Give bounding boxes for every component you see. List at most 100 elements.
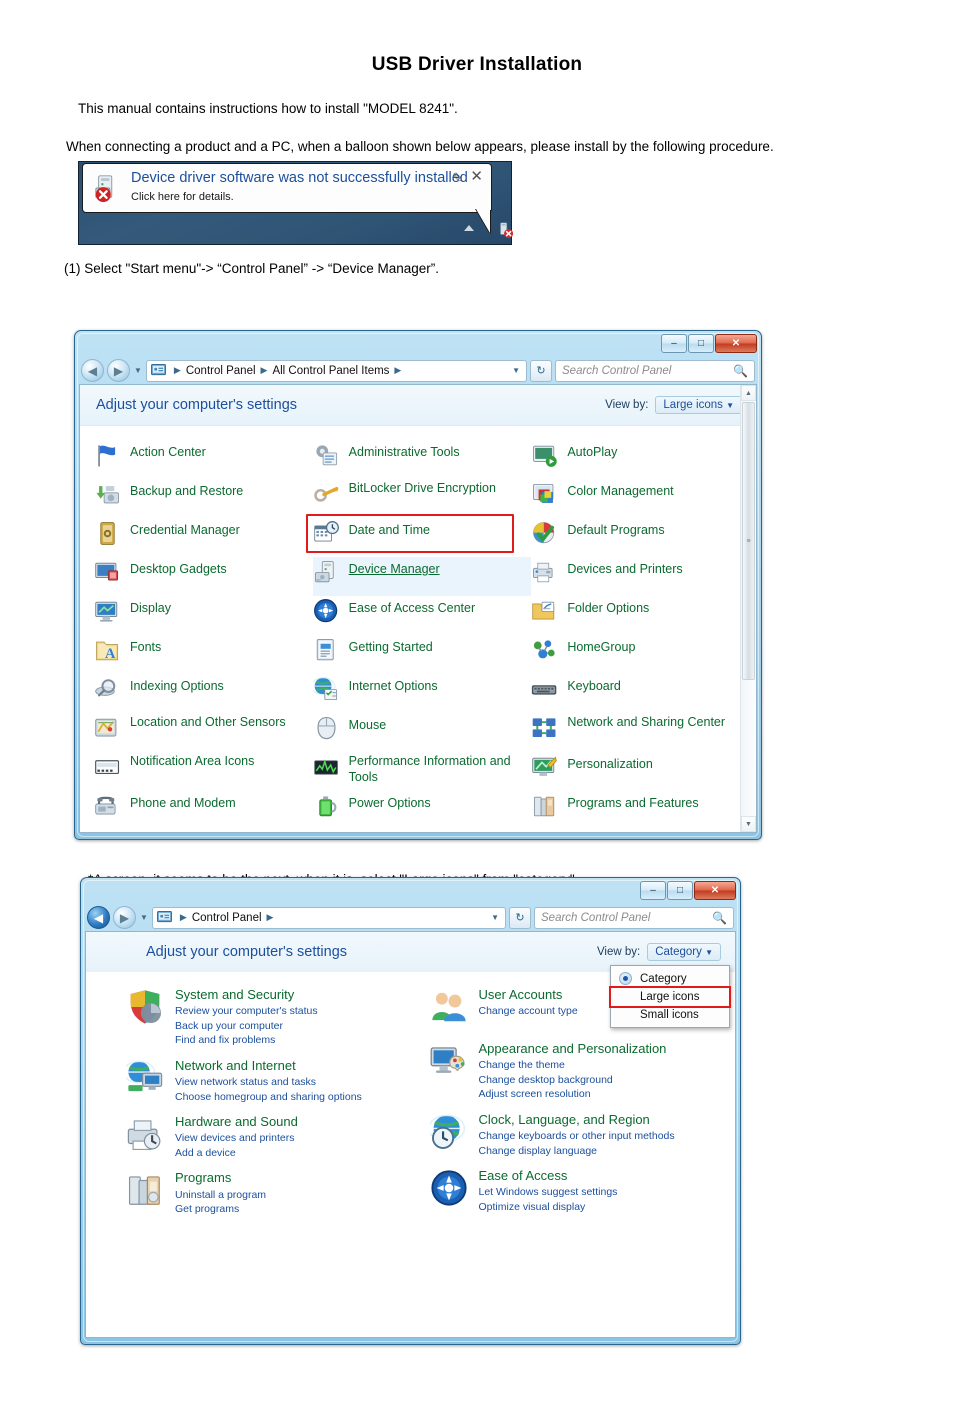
menu-item-small-icons[interactable]: Small icons — [611, 1006, 729, 1024]
pin-icon[interactable]: ✎ — [452, 170, 463, 186]
category-title[interactable]: System and Security — [175, 987, 318, 1002]
cp-item-keyboard[interactable]: Keyboard — [531, 674, 750, 713]
view-by-dropdown[interactable]: Large icons ▼ — [655, 396, 742, 414]
category-link[interactable]: Change account type — [479, 1004, 578, 1018]
refresh-button[interactable]: ↻ — [509, 906, 531, 929]
category-clock-language-and-region[interactable]: Clock, Language, and Region Change keybo… — [427, 1112, 716, 1158]
cp-item-administrative-tools[interactable]: Administrative Tools — [313, 440, 532, 479]
address-bar[interactable]: ▶ Control Panel ▶ ▼ — [151, 906, 506, 929]
category-link[interactable]: Optimize visual display — [479, 1200, 618, 1214]
cp-item-phone-and-modem[interactable]: Phone and Modem — [94, 791, 313, 830]
category-programs[interactable]: Programs Uninstall a program Get programs — [126, 1170, 412, 1216]
cp-item-indexing-options[interactable]: Indexing Options — [94, 674, 313, 713]
scroll-down-button[interactable]: ▼ — [741, 816, 756, 832]
category-link[interactable]: Review your computer's status — [175, 1004, 318, 1018]
breadcrumb-item-0[interactable]: Control Panel — [186, 365, 256, 377]
category-title[interactable]: Ease of Access — [479, 1168, 618, 1183]
category-network-and-internet[interactable]: Network and Internet View network status… — [122, 1058, 412, 1104]
category-link[interactable]: Adjust screen resolution — [479, 1087, 667, 1101]
cp-item-performance-information-and-tools[interactable]: Performance Information and Tools — [313, 752, 532, 791]
category-ease-of-access[interactable]: Ease of Access Let Windows suggest setti… — [430, 1168, 716, 1214]
category-title[interactable]: User Accounts — [479, 987, 578, 1002]
cp-item-action-center[interactable]: Action Center — [94, 440, 313, 479]
cp-item-color-management[interactable]: Color Management — [531, 479, 750, 518]
window-titlebar[interactable]: – □ ✕ — [85, 881, 736, 904]
cp-item-display[interactable]: Display — [94, 596, 313, 635]
category-link[interactable]: Change display language — [479, 1144, 675, 1158]
category-hardware-and-sound[interactable]: Hardware and Sound View devices and prin… — [126, 1114, 412, 1160]
cp-item-personalization[interactable]: Personalization — [531, 752, 750, 791]
category-link[interactable]: View network status and tasks — [175, 1075, 362, 1089]
cp-item-programs-and-features[interactable]: Programs and Features — [531, 791, 750, 830]
category-link[interactable]: Back up your computer — [175, 1019, 318, 1033]
category-link[interactable]: Let Windows suggest settings — [479, 1185, 618, 1199]
breadcrumb-item-1[interactable]: All Control Panel Items — [272, 365, 389, 377]
category-title[interactable]: Hardware and Sound — [175, 1114, 298, 1129]
category-appearance-and-personalization[interactable]: Appearance and Personalization Change th… — [430, 1041, 716, 1102]
breadcrumb-item-0[interactable]: Control Panel — [192, 912, 262, 924]
forward-button[interactable]: ▶ — [113, 906, 136, 929]
cp-item-internet-options[interactable]: Internet Options — [312, 674, 532, 713]
back-button[interactable]: ◀ — [81, 359, 104, 382]
scrollbar-thumb[interactable]: ≡ — [742, 402, 755, 680]
cp-item-mouse[interactable]: Mouse — [313, 713, 532, 752]
search-input[interactable]: Search Control Panel 🔍 — [555, 359, 755, 382]
category-link[interactable]: Change desktop background — [479, 1073, 667, 1087]
category-title[interactable]: Programs — [175, 1170, 266, 1185]
scroll-up-button[interactable]: ▲ — [741, 385, 756, 401]
view-by-dropdown[interactable]: Category ▼ — [647, 943, 721, 961]
category-link[interactable]: Change the theme — [479, 1058, 667, 1072]
tray-overflow-arrow-icon[interactable] — [464, 225, 474, 231]
device-error-tray-icon[interactable] — [496, 221, 514, 239]
cp-item-notification-area-icons[interactable]: Notification Area Icons — [94, 752, 313, 791]
recent-pages-chevron-icon[interactable]: ▼ — [134, 366, 142, 375]
cp-item-autoplay[interactable]: AutoPlay — [531, 440, 750, 479]
category-link[interactable]: Choose homegroup and sharing options — [175, 1090, 362, 1104]
maximize-button[interactable]: □ — [667, 881, 693, 900]
minimize-button[interactable]: – — [640, 881, 666, 900]
address-dropdown-icon[interactable]: ▼ — [512, 366, 520, 375]
menu-item-category[interactable]: Category — [611, 969, 729, 988]
category-link[interactable]: Get programs — [175, 1202, 266, 1216]
category-title[interactable]: Network and Internet — [175, 1058, 362, 1073]
view-by-menu[interactable]: Category Large icons Small icons — [609, 965, 731, 1028]
cp-item-network-and-sharing-center[interactable]: Network and Sharing Center — [531, 713, 750, 752]
cp-item-bitlocker-drive-encryption[interactable]: BitLocker Drive Encryption — [313, 479, 532, 518]
category-title[interactable]: Clock, Language, and Region — [479, 1112, 675, 1127]
cp-item-getting-started[interactable]: Getting Started — [313, 635, 532, 674]
cp-item-backup-and-restore[interactable]: Backup and Restore — [94, 479, 313, 518]
balloon-notification[interactable]: Device driver software was not successfu… — [82, 163, 492, 213]
category-link[interactable]: Add a device — [175, 1146, 298, 1160]
cp-item-date-and-time[interactable]: Date and Time — [313, 518, 532, 557]
category-title[interactable]: Appearance and Personalization — [479, 1041, 667, 1056]
close-icon[interactable]: ✕ — [470, 167, 483, 185]
address-bar[interactable]: ▶ Control Panel ▶ All Control Panel Item… — [145, 359, 527, 382]
forward-button[interactable]: ▶ — [107, 359, 130, 382]
maximize-button[interactable]: □ — [688, 334, 714, 353]
cp-item-default-programs[interactable]: Default Programs — [531, 518, 750, 557]
cp-item-ease-of-access-center[interactable]: Ease of Access Center — [313, 596, 532, 635]
menu-item-large-icons[interactable]: Large icons — [609, 986, 731, 1008]
window-titlebar[interactable]: – □ ✕ — [79, 334, 757, 357]
cp-item-fonts[interactable]: A Fonts — [94, 635, 313, 674]
address-dropdown-icon[interactable]: ▼ — [491, 913, 499, 922]
category-system-and-security[interactable]: System and Security Review your computer… — [126, 987, 412, 1048]
close-button[interactable]: ✕ — [715, 334, 757, 353]
cp-item-folder-options[interactable]: Folder Options — [531, 596, 750, 635]
recent-pages-chevron-icon[interactable]: ▼ — [140, 913, 148, 922]
close-button[interactable]: ✕ — [694, 881, 736, 900]
cp-item-location-and-other-sensors[interactable]: Location and Other Sensors — [94, 713, 313, 752]
search-input[interactable]: Search Control Panel 🔍 — [534, 906, 734, 929]
category-link[interactable]: Find and fix problems — [175, 1033, 318, 1047]
cp-item-power-options[interactable]: Power Options — [313, 791, 532, 830]
cp-item-device-manager[interactable]: Device Manager — [312, 557, 532, 596]
cp-item-desktop-gadgets[interactable]: Desktop Gadgets — [94, 557, 313, 596]
refresh-button[interactable]: ↻ — [530, 359, 552, 382]
cp-item-credential-manager[interactable]: Credential Manager — [94, 518, 313, 557]
category-link[interactable]: Change keyboards or other input methods — [479, 1129, 675, 1143]
cp-item-devices-and-printers[interactable]: Devices and Printers — [531, 557, 750, 596]
category-link[interactable]: View devices and printers — [175, 1131, 298, 1145]
back-button[interactable]: ◀ — [87, 906, 110, 929]
cp-item-homegroup[interactable]: HomeGroup — [531, 635, 750, 674]
minimize-button[interactable]: – — [661, 334, 687, 353]
